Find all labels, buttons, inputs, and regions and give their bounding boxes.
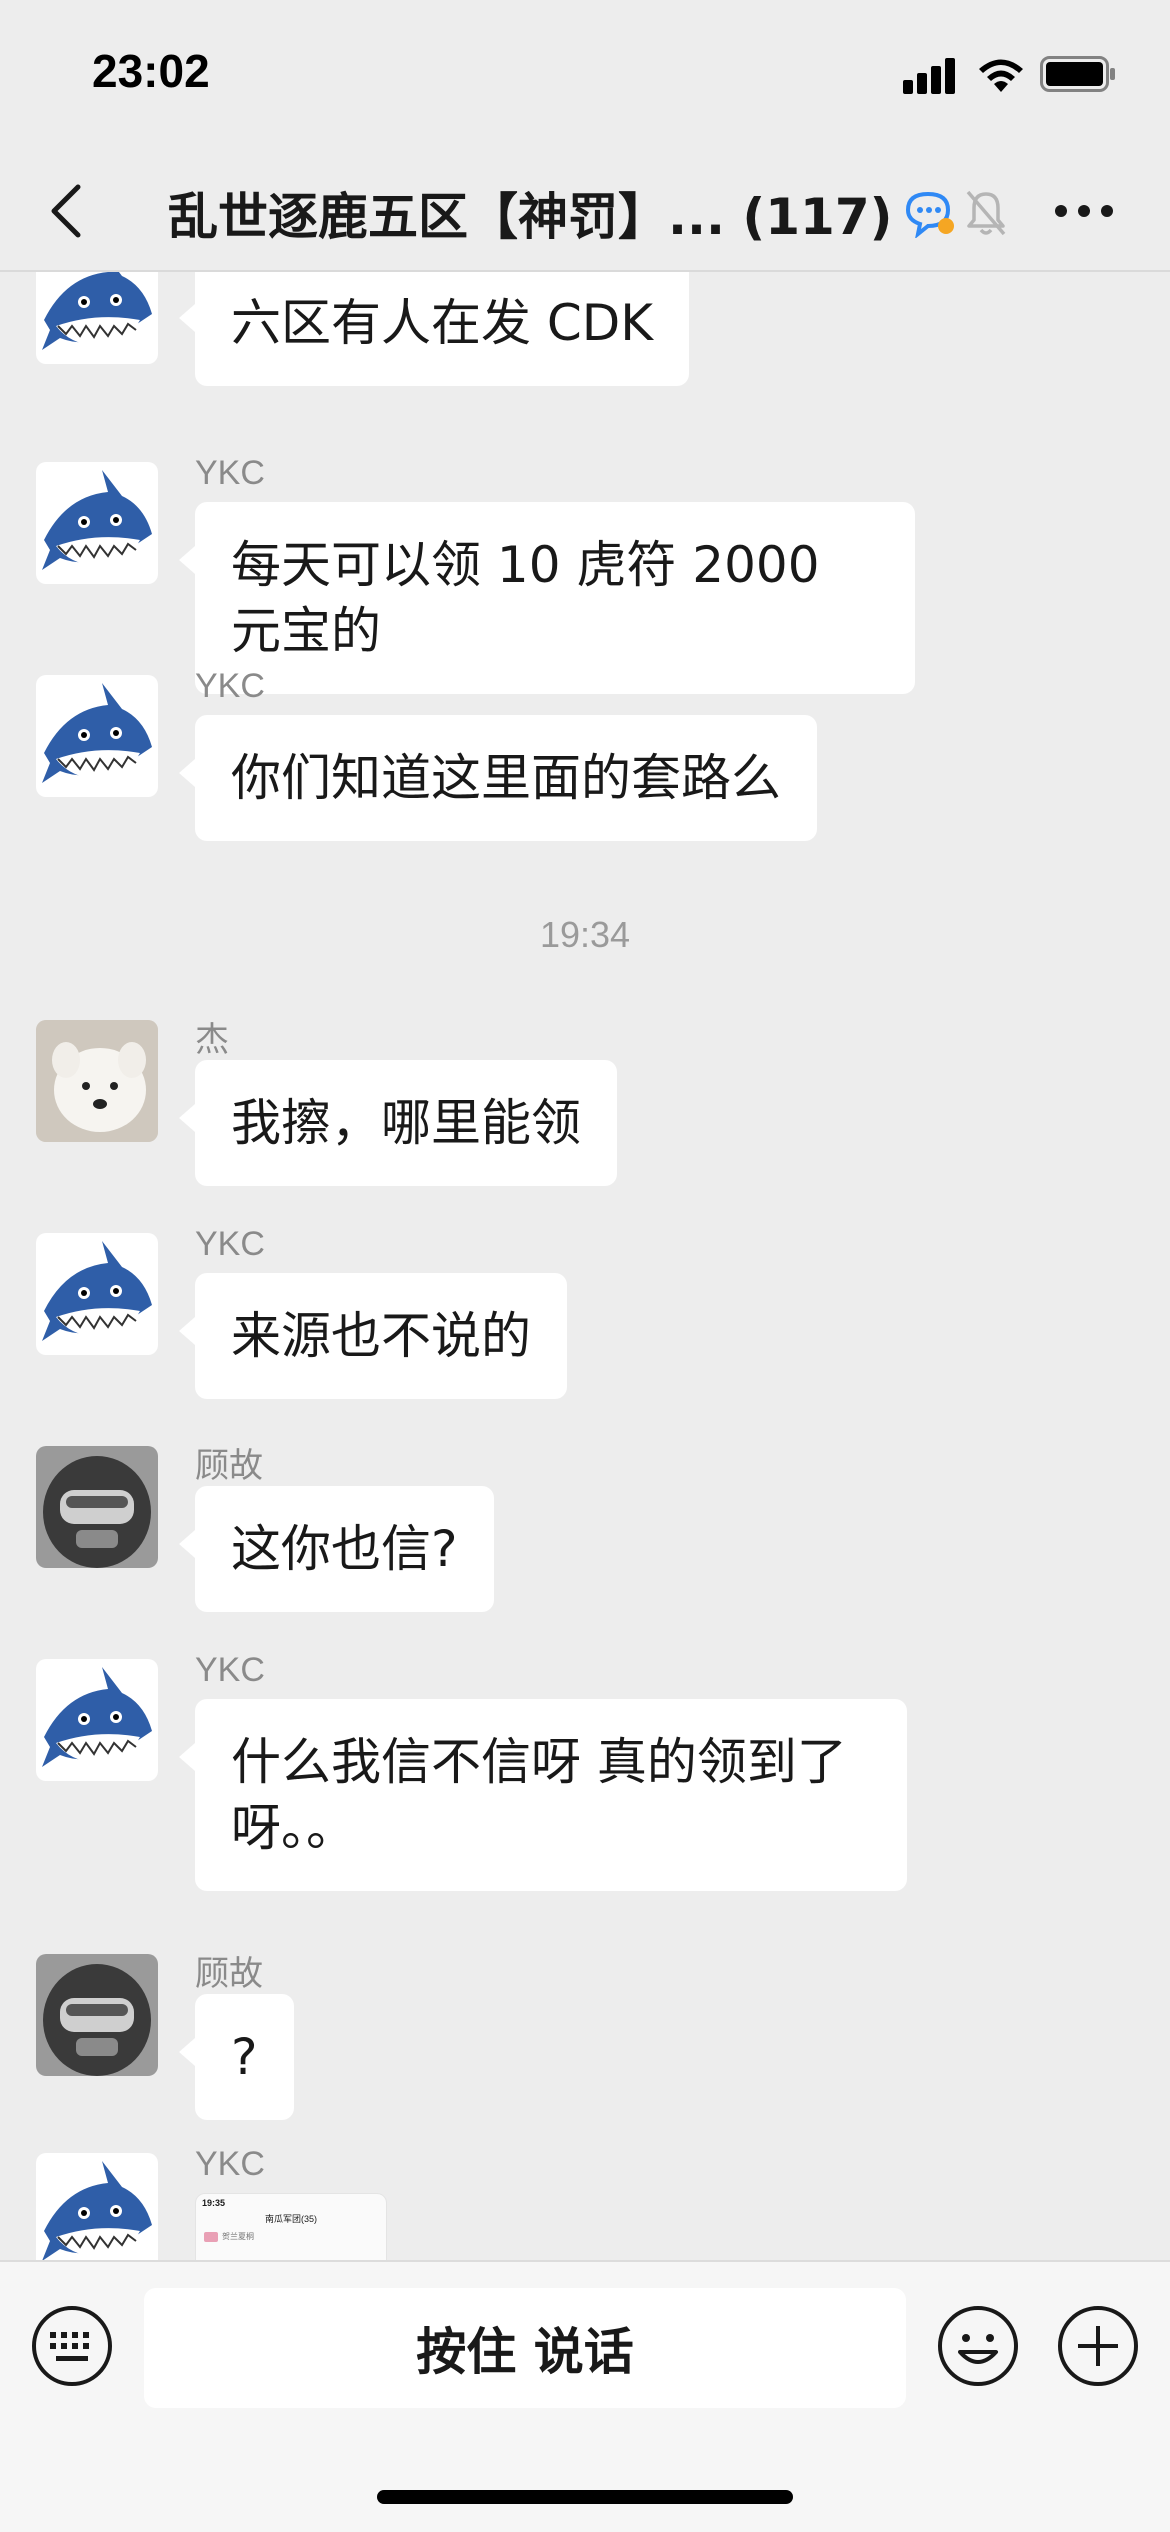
avatar-helmet[interactable] (36, 1446, 158, 1568)
message-bubble[interactable]: ? (179, 1994, 294, 2120)
dog-avatar-icon (36, 1020, 158, 1142)
message-bubble[interactable]: 六区有人在发 CDK (178, 272, 690, 386)
shark-avatar-icon (42, 470, 152, 570)
sender-name: 杰 (195, 1021, 229, 1059)
helmet-avatar-icon (36, 1446, 158, 1568)
message-bubble[interactable]: 来源也不说的 (179, 1273, 567, 1399)
avatar-dog[interactable] (36, 1020, 158, 1142)
emoji-icon[interactable] (936, 2304, 1020, 2388)
battery-icon (1040, 56, 1115, 92)
message-bubble[interactable]: 什么我信不信呀 真的领到了呀。。 (179, 1699, 907, 1891)
back-icon (51, 184, 81, 238)
status-time: 23:02 (92, 45, 210, 97)
message-bubble[interactable]: 我擦，哪里能领 (179, 1060, 617, 1186)
plus-icon[interactable] (1056, 2304, 1140, 2388)
nav-bar: 乱世逐鹿五区【神罚】... (117) (0, 150, 1170, 272)
avatar-shark[interactable] (36, 675, 158, 797)
avatar-shark[interactable] (36, 1233, 158, 1355)
input-bar: 按住 说话 (0, 2260, 1170, 2532)
shark-avatar-icon (42, 683, 152, 783)
sender-name: YKC (195, 667, 265, 705)
hold-to-talk-button[interactable]: 按住 说话 (144, 2288, 906, 2408)
message-bubble[interactable]: 每天可以领 10 虎符 2000 元宝的 (179, 502, 915, 694)
sender-name: YKC (195, 454, 265, 492)
back-button[interactable] (30, 176, 100, 246)
shark-avatar-icon (42, 2161, 152, 2260)
thumb-time: 19:35 (202, 2198, 226, 2208)
nav-title-group[interactable]: 乱世逐鹿五区【神罚】... (117) (168, 178, 1008, 248)
thumb-title: 南瓜军团(35) (264, 2214, 317, 2224)
image-message-thumbnail[interactable]: 19:35 南瓜军团(35) 贺兰夏桐 (195, 2193, 387, 2260)
mute-icon (967, 190, 1006, 236)
avatar-helmet[interactable] (36, 1954, 158, 2076)
sender-name: YKC (195, 2145, 265, 2183)
avatar-shark[interactable] (36, 462, 158, 584)
thumb-row: 贺兰夏桐 (204, 2231, 378, 2242)
chat-bubble-icon (906, 191, 955, 238)
message-bubble[interactable]: 你们知道这里面的套路么 (179, 715, 817, 841)
sender-name: YKC (195, 1651, 265, 1689)
home-indicator[interactable] (377, 2490, 793, 2504)
shark-avatar-icon (42, 1241, 152, 1341)
keyboard-icon[interactable] (30, 2304, 114, 2388)
more-icon (1055, 205, 1113, 217)
sender-name: 顾故 (195, 1955, 263, 1993)
shark-avatar-icon (42, 272, 152, 350)
avatar-shark[interactable] (36, 272, 158, 364)
avatar-shark[interactable] (36, 1659, 158, 1781)
time-divider: 19:34 (539, 914, 631, 955)
sender-name: 顾故 (195, 1447, 263, 1485)
more-button[interactable] (1052, 186, 1116, 236)
sender-name: YKC (195, 1225, 265, 1263)
avatar-shark[interactable] (36, 2153, 158, 2260)
cellular-signal-icon (903, 58, 955, 94)
message-bubble[interactable]: 这你也信? (179, 1486, 494, 1612)
thumb-line: 贺兰夏桐 (222, 2232, 254, 2241)
message-list[interactable]: 六区有人在发 CDK YKC 每天可以领 10 虎符 2000 元宝的 YKC … (0, 272, 1170, 2260)
thumb-avatar (204, 2231, 218, 2242)
shark-avatar-icon (42, 1667, 152, 1767)
helmet-avatar-icon (36, 1954, 158, 2076)
status-bar: 23:02 (0, 0, 1170, 150)
chat-title: 乱世逐鹿五区【神罚】... (117) (168, 188, 893, 246)
wifi-icon (979, 59, 1023, 92)
